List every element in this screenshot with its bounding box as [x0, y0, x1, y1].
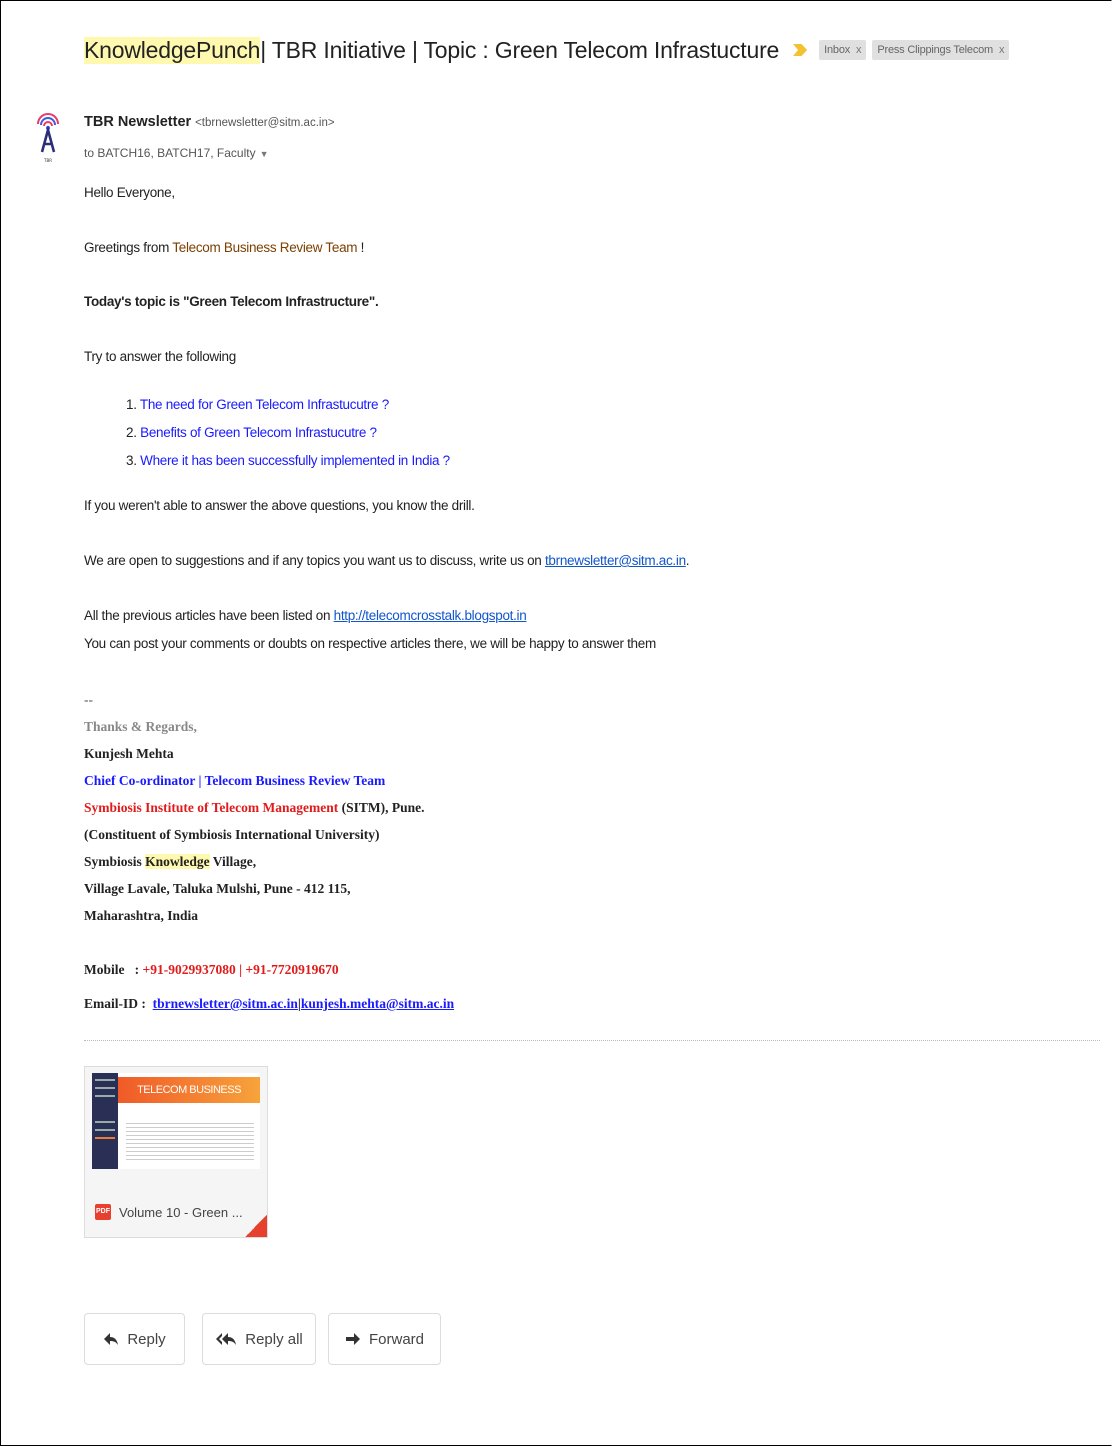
comments-line: You can post your comments or doubts on … — [84, 636, 656, 651]
signature-constituent: (Constituent of Symbiosis International … — [84, 827, 380, 842]
signature-highlight-knowledge: Knowledge — [145, 854, 210, 869]
suggestion-line: We are open to suggestions and if any to… — [84, 553, 690, 568]
attachment-name-row: PDF Volume 10 - Green ... — [95, 1204, 243, 1220]
signature-name: Kunjesh Mehta — [84, 746, 174, 761]
pdf-file-icon: PDF — [95, 1204, 111, 1220]
prompt-line: Try to answer the following — [84, 349, 236, 364]
signature-regards: Thanks & Regards, — [84, 719, 197, 734]
signature-email: Email-ID : tbrnewsletter@sitm.ac.in|kunj… — [84, 996, 455, 1011]
greetings-line: Greetings from Telecom Business Review T… — [84, 240, 365, 255]
reply-all-button[interactable]: Reply all — [202, 1313, 316, 1365]
signature-title: Chief Co-ordinator | Telecom Business Re… — [84, 773, 386, 788]
signature-state: Maharashtra, India — [84, 908, 199, 923]
newsletter-email-link[interactable]: tbrnewsletter@sitm.ac.in — [545, 553, 686, 568]
subject-highlight-knowledge: Knowledge — [84, 36, 197, 64]
attachment-filename: Volume 10 - Green ... — [119, 1204, 243, 1220]
forward-button[interactable]: Forward — [328, 1313, 441, 1365]
attachment-thumbnail: TELECOM BUSINESS REVIEW — [92, 1073, 260, 1169]
svg-text:TBR: TBR — [43, 158, 52, 163]
remove-label-icon[interactable]: x — [999, 44, 1005, 56]
signature-institute: Symbiosis Institute of Telecom Managemen… — [84, 800, 425, 815]
team-name: Telecom Business Review Team — [172, 240, 358, 255]
email-subject: Knowledge Punch | TBR Initiative | Topic… — [84, 32, 1015, 68]
reply-all-icon — [216, 1333, 237, 1345]
signature-mobile: Mobile : +91-9029937080 | +91-7720919670 — [84, 962, 339, 977]
mobile-numbers: +91-9029937080 | +91-7720919670 — [142, 962, 339, 977]
email-link-kunjesh[interactable]: kunjesh.mehta@sitm.ac.in — [301, 996, 454, 1011]
blog-link[interactable]: http://telecomcrosstalk.blogspot.in — [334, 608, 527, 623]
sender-avatar[interactable]: TBR — [34, 110, 62, 174]
list-item: 3. Where it has been successfully implem… — [126, 453, 450, 468]
question-list: 1. The need for Green Telecom Infrastucu… — [126, 396, 450, 480]
thumbnail-title: TELECOM BUSINESS REVIEW — [118, 1077, 260, 1122]
sender-email: <tbrnewsletter@sitm.ac.in> — [195, 117, 335, 129]
attachments-divider — [84, 1040, 1100, 1041]
greeting: Hello Everyone, — [84, 185, 175, 200]
subject-highlight-punch: Punch — [196, 36, 261, 64]
recipients-text: to BATCH16, BATCH17, Faculty — [84, 146, 256, 160]
label-press-clippings[interactable]: Press Clippings Telecom x — [872, 40, 1010, 60]
sender-line: TBR Newsletter <tbrnewsletter@sitm.ac.in… — [84, 113, 335, 130]
recipients[interactable]: to BATCH16, BATCH17, Faculty ▼ — [84, 146, 269, 160]
remove-label-icon[interactable]: x — [856, 44, 862, 56]
sender-name[interactable]: TBR Newsletter — [84, 114, 191, 130]
reply-icon — [104, 1333, 119, 1345]
attachment-card[interactable]: TELECOM BUSINESS REVIEW PDF Volume 10 - … — [84, 1066, 268, 1238]
signature-village: Symbiosis Knowledge Village, — [84, 854, 257, 869]
reply-button[interactable]: Reply — [84, 1313, 185, 1365]
show-details-icon[interactable]: ▼ — [260, 149, 269, 159]
subject-text: | TBR Initiative | Topic : Green Telecom… — [260, 36, 780, 63]
list-item: 2. Benefits of Green Telecom Infrastucut… — [126, 425, 377, 440]
articles-line: All the previous articles have been list… — [84, 608, 527, 623]
topic-line: Today's topic is "Green Telecom Infrastr… — [84, 294, 379, 309]
attachment-corner-fold — [245, 1215, 267, 1237]
email-link-newsletter[interactable]: tbrnewsletter@sitm.ac.in — [153, 996, 298, 1011]
signature-address: Village Lavale, Taluka Mulshi, Pune - 41… — [84, 881, 351, 896]
signature-separator: -- — [84, 692, 93, 707]
label-inbox[interactable]: Inbox x — [819, 40, 867, 60]
drill-line: If you weren't able to answer the above … — [84, 498, 475, 513]
list-item: 1. The need for Green Telecom Infrastucu… — [126, 397, 389, 412]
forward-icon — [345, 1333, 360, 1345]
importance-marker-icon[interactable] — [793, 44, 808, 56]
